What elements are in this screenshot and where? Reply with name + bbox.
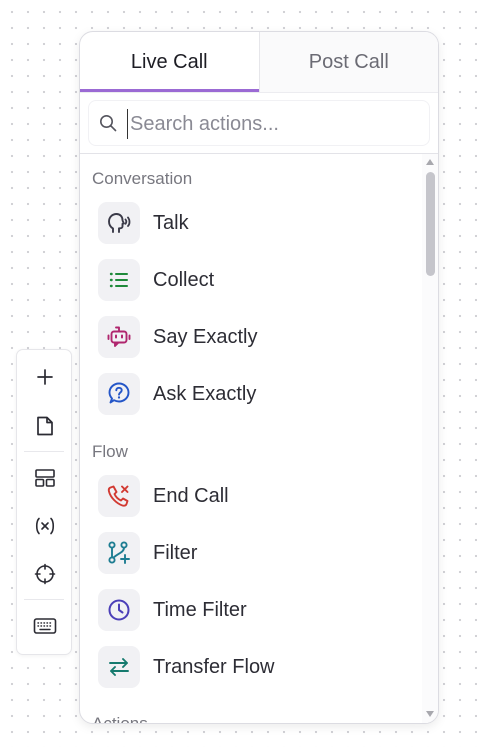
action-label: Filter xyxy=(153,542,198,564)
action-label: End Call xyxy=(153,485,229,507)
toolbar-divider xyxy=(24,451,64,452)
action-talk[interactable]: Talk xyxy=(98,202,398,244)
actions-list: Conversation Talk Collect Say Exactly As… xyxy=(80,154,422,724)
phone-x-icon xyxy=(107,485,129,507)
filter-icon-tile xyxy=(98,532,140,574)
action-filter[interactable]: Filter xyxy=(98,532,398,574)
transfer-arrows-icon xyxy=(109,658,129,676)
layout-button[interactable] xyxy=(31,464,59,492)
keyboard-icon xyxy=(33,618,57,634)
list-icon xyxy=(109,272,128,288)
scroll-up-arrow-icon[interactable] xyxy=(426,159,434,165)
document-button[interactable] xyxy=(31,412,59,440)
crosshair-icon xyxy=(34,563,56,585)
ask-exactly-icon-tile xyxy=(98,373,140,415)
time-filter-icon-tile xyxy=(98,589,140,631)
canvas-toolbar xyxy=(16,349,72,655)
actions-scrollbar[interactable] xyxy=(422,154,438,723)
search-input[interactable] xyxy=(127,109,390,139)
transfer-flow-icon-tile xyxy=(98,646,140,688)
focus-button[interactable] xyxy=(31,560,59,588)
scroll-down-arrow-icon[interactable] xyxy=(426,711,434,717)
action-ask-exactly[interactable]: Ask Exactly xyxy=(98,373,398,415)
action-time-filter[interactable]: Time Filter xyxy=(98,589,398,631)
branch-plus-icon xyxy=(108,541,130,564)
tab-live-call[interactable]: Live Call xyxy=(80,32,259,92)
action-label: Ask Exactly xyxy=(153,383,257,405)
document-icon xyxy=(37,416,53,436)
variable-icon xyxy=(35,517,55,535)
robot-icon xyxy=(107,326,131,347)
actions-panel: Live Call Post Call Conversation Talk xyxy=(79,31,439,724)
action-collect[interactable]: Collect xyxy=(98,259,398,301)
toolbar-divider xyxy=(24,599,64,600)
collect-icon-tile xyxy=(98,259,140,301)
tab-post-call[interactable]: Post Call xyxy=(258,32,438,92)
section-title-actions: Actions xyxy=(92,714,148,724)
action-transfer-flow[interactable]: Transfer Flow xyxy=(98,646,398,688)
section-title-flow: Flow xyxy=(92,442,128,461)
clock-icon xyxy=(108,599,130,621)
action-label: Say Exactly xyxy=(153,326,258,348)
action-say-exactly[interactable]: Say Exactly xyxy=(98,316,398,358)
layout-icon xyxy=(35,469,55,487)
plus-icon xyxy=(37,369,53,385)
action-label: Time Filter xyxy=(153,599,247,621)
action-label: Collect xyxy=(153,269,215,291)
question-bubble-icon xyxy=(108,382,130,404)
keyboard-shortcuts-button[interactable] xyxy=(31,612,59,640)
scroll-thumb[interactable] xyxy=(426,172,435,276)
action-end-call[interactable]: End Call xyxy=(98,475,398,517)
variables-button[interactable] xyxy=(31,512,59,540)
search-row xyxy=(80,92,438,154)
tab-bar: Live Call Post Call xyxy=(80,32,438,92)
section-title-conversation: Conversation xyxy=(92,169,193,188)
say-exactly-icon-tile xyxy=(98,316,140,358)
search-icon xyxy=(100,115,117,132)
speaking-head-icon xyxy=(108,213,131,233)
talk-icon-tile xyxy=(98,202,140,244)
end-call-icon-tile xyxy=(98,475,140,517)
action-label: Transfer Flow xyxy=(153,656,275,678)
add-button[interactable] xyxy=(31,363,59,391)
search-box xyxy=(88,100,430,146)
action-label: Talk xyxy=(153,212,189,234)
